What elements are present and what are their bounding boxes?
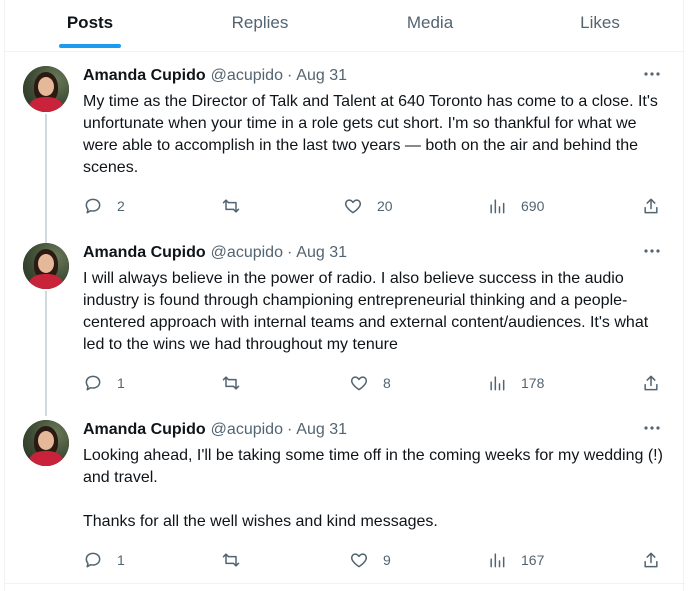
like-count: 8 (383, 375, 391, 391)
tweet-actions: 1 9 167 (83, 548, 667, 572)
repost-icon (222, 376, 240, 390)
tweet-body: Looking ahead, I'll be taking some time … (83, 447, 663, 530)
repost-icon (222, 553, 240, 567)
tweet-text: I will always believe in the power of ra… (83, 268, 667, 356)
like-count: 20 (377, 198, 393, 214)
tweet-date[interactable]: Aug 31 (296, 67, 347, 85)
author-name[interactable]: Amanda Cupido (83, 244, 206, 262)
divider (5, 583, 685, 584)
views-count: 178 (521, 375, 545, 391)
avatar[interactable] (23, 243, 69, 289)
views-icon (490, 376, 505, 391)
reply-button[interactable]: 1 (83, 371, 125, 395)
tweet-text: My time as the Director of Talk and Tale… (83, 91, 667, 179)
reply-icon (85, 198, 101, 214)
profile-timeline: Posts Replies Media Likes Amanda Cupido … (4, 0, 685, 591)
active-tab-indicator (59, 44, 121, 48)
views-button[interactable]: 178 (487, 371, 544, 395)
like-button[interactable]: 8 (349, 371, 391, 395)
tab-label: Posts (66, 13, 114, 32)
share-button[interactable] (641, 194, 661, 218)
views-button[interactable]: 167 (487, 548, 544, 572)
more-icon[interactable] (643, 423, 661, 433)
avatar[interactable] (23, 420, 69, 466)
repost-icon (222, 199, 240, 213)
like-button[interactable]: 9 (349, 548, 391, 572)
tweet-header: Amanda Cupido @acupido · Aug 31 (83, 66, 347, 86)
tab-replies[interactable]: Replies (175, 0, 345, 46)
tab-label: Media (406, 13, 454, 32)
thread-connector (45, 291, 47, 416)
avatar[interactable] (23, 66, 69, 112)
tweet-text: Looking ahead, I'll be taking some time … (83, 445, 667, 533)
separator-dot: · (286, 421, 293, 438)
reply-button[interactable]: 1 (83, 548, 125, 572)
profile-tabs: Posts Replies Media Likes (5, 0, 685, 52)
share-button[interactable] (641, 371, 661, 395)
author-name[interactable]: Amanda Cupido (83, 421, 206, 439)
author-name[interactable]: Amanda Cupido (83, 67, 206, 85)
author-handle[interactable]: @acupido (211, 67, 283, 85)
reply-icon (85, 552, 101, 568)
separator-dot: · (286, 244, 293, 261)
author-handle[interactable]: @acupido (211, 244, 283, 262)
like-button[interactable]: 20 (343, 194, 393, 218)
tweet-actions: 1 8 178 (83, 371, 667, 395)
share-button[interactable] (641, 548, 661, 572)
tweet-header: Amanda Cupido @acupido · Aug 31 (83, 420, 347, 440)
share-icon (644, 198, 658, 214)
views-button[interactable]: 690 (487, 194, 544, 218)
reply-button[interactable]: 2 (83, 194, 125, 218)
repost-button[interactable] (221, 194, 255, 218)
tweet-date[interactable]: Aug 31 (296, 244, 347, 262)
share-icon (644, 375, 658, 391)
tweet-body: My time as the Director of Talk and Tale… (83, 93, 663, 176)
like-icon (350, 376, 368, 391)
repost-button[interactable] (221, 371, 255, 395)
tab-likes[interactable]: Likes (515, 0, 685, 46)
views-icon (490, 553, 505, 568)
tweet-actions: 2 20 690 (83, 194, 667, 218)
views-icon (490, 199, 505, 214)
tab-media[interactable]: Media (345, 0, 515, 46)
reply-count: 1 (117, 552, 125, 568)
reply-count: 2 (117, 198, 125, 214)
views-count: 167 (521, 552, 545, 568)
tweet-body: I will always believe in the power of ra… (83, 270, 653, 353)
like-icon (350, 553, 368, 568)
like-icon (344, 199, 362, 214)
more-icon[interactable] (643, 246, 661, 256)
tab-posts[interactable]: Posts (5, 0, 175, 48)
tab-label: Replies (231, 13, 289, 32)
share-icon (644, 552, 658, 568)
repost-button[interactable] (221, 548, 255, 572)
tweet-date[interactable]: Aug 31 (296, 421, 347, 439)
more-icon[interactable] (643, 69, 661, 79)
reply-count: 1 (117, 375, 125, 391)
tab-label: Likes (580, 13, 620, 32)
like-count: 9 (383, 552, 391, 568)
views-count: 690 (521, 198, 545, 214)
author-handle[interactable]: @acupido (211, 421, 283, 439)
reply-icon (85, 375, 101, 391)
separator-dot: · (286, 67, 293, 84)
tweet-header: Amanda Cupido @acupido · Aug 31 (83, 243, 347, 263)
